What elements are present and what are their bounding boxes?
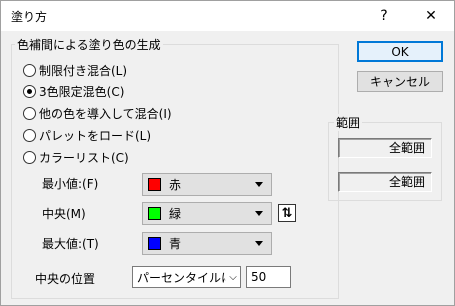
interpolation-group-legend: 色補間による塗り色の生成 [15, 36, 163, 53]
center-position-mode-value: パーセンタイルに [137, 270, 226, 285]
swap-arrows-icon: ⇅ [281, 205, 293, 221]
radio-color-list[interactable]: カラーリスト(C) [23, 149, 129, 165]
radio-load-palette[interactable]: パレットをロード(L) [23, 127, 151, 143]
ok-button[interactable]: OK [357, 41, 443, 62]
chevron-down-icon: ⌵ [229, 271, 237, 283]
range-field-2: 全範囲 [338, 172, 432, 192]
min-color-label: 最小値:(F) [42, 177, 99, 191]
center-color-combo[interactable]: 緑 [142, 202, 272, 225]
radio-color-list-label: カラーリスト(C) [39, 150, 129, 165]
radio-other-color[interactable]: 他の色を導入して混合(I) [23, 105, 172, 121]
window-title: 塗り方 [11, 10, 48, 24]
center-color-label: 中央(M) [42, 207, 86, 221]
range-group-legend: 範囲 [334, 114, 363, 131]
center-color-swatch [148, 207, 161, 220]
min-color-value: 赤 [169, 178, 182, 192]
swap-colors-button[interactable]: ⇅ [278, 204, 296, 222]
radio-color-list-indicator [23, 150, 36, 164]
radio-other-color-label: 他の色を導入して混合(I) [39, 106, 172, 121]
max-color-label: 最大値:(T) [42, 237, 99, 251]
radio-load-palette-indicator [23, 128, 36, 142]
radio-three-color-label: 3色限定混色(C) [39, 84, 125, 99]
center-position-input[interactable]: 50 [246, 266, 291, 288]
radio-limited-mix-indicator [23, 63, 36, 77]
chevron-down-icon [255, 182, 263, 187]
radio-limited-mix[interactable]: 制限付き混合(L) [23, 62, 127, 78]
radio-three-color-indicator [23, 84, 36, 98]
max-color-combo[interactable]: 青 [142, 232, 272, 255]
radio-three-color[interactable]: 3色限定混色(C) [23, 83, 124, 99]
close-button[interactable]: ✕ [408, 1, 454, 31]
title-bar: 塗り方 ? ✕ [1, 1, 454, 31]
chevron-down-icon [255, 211, 263, 216]
max-color-swatch [148, 237, 161, 250]
cancel-button[interactable]: キャンセル [357, 71, 443, 92]
chevron-down-icon [255, 241, 263, 246]
help-button[interactable]: ? [361, 1, 407, 31]
max-color-value: 青 [169, 237, 182, 251]
center-color-value: 緑 [169, 207, 182, 221]
fill-method-dialog: 塗り方 ? ✕ 色補間による塗り色の生成 制限付き混合(L) 3色限定混色(C)… [0, 0, 455, 306]
radio-other-color-indicator [23, 106, 36, 120]
min-color-swatch [148, 178, 161, 191]
center-position-mode-select[interactable]: パーセンタイルに ⌵ [132, 266, 241, 288]
range-field-1: 全範囲 [338, 138, 432, 158]
radio-load-palette-label: パレットをロード(L) [39, 128, 152, 143]
center-position-label: 中央の位置 [35, 272, 96, 286]
radio-limited-mix-label: 制限付き混合(L) [39, 63, 128, 78]
min-color-combo[interactable]: 赤 [142, 173, 272, 196]
